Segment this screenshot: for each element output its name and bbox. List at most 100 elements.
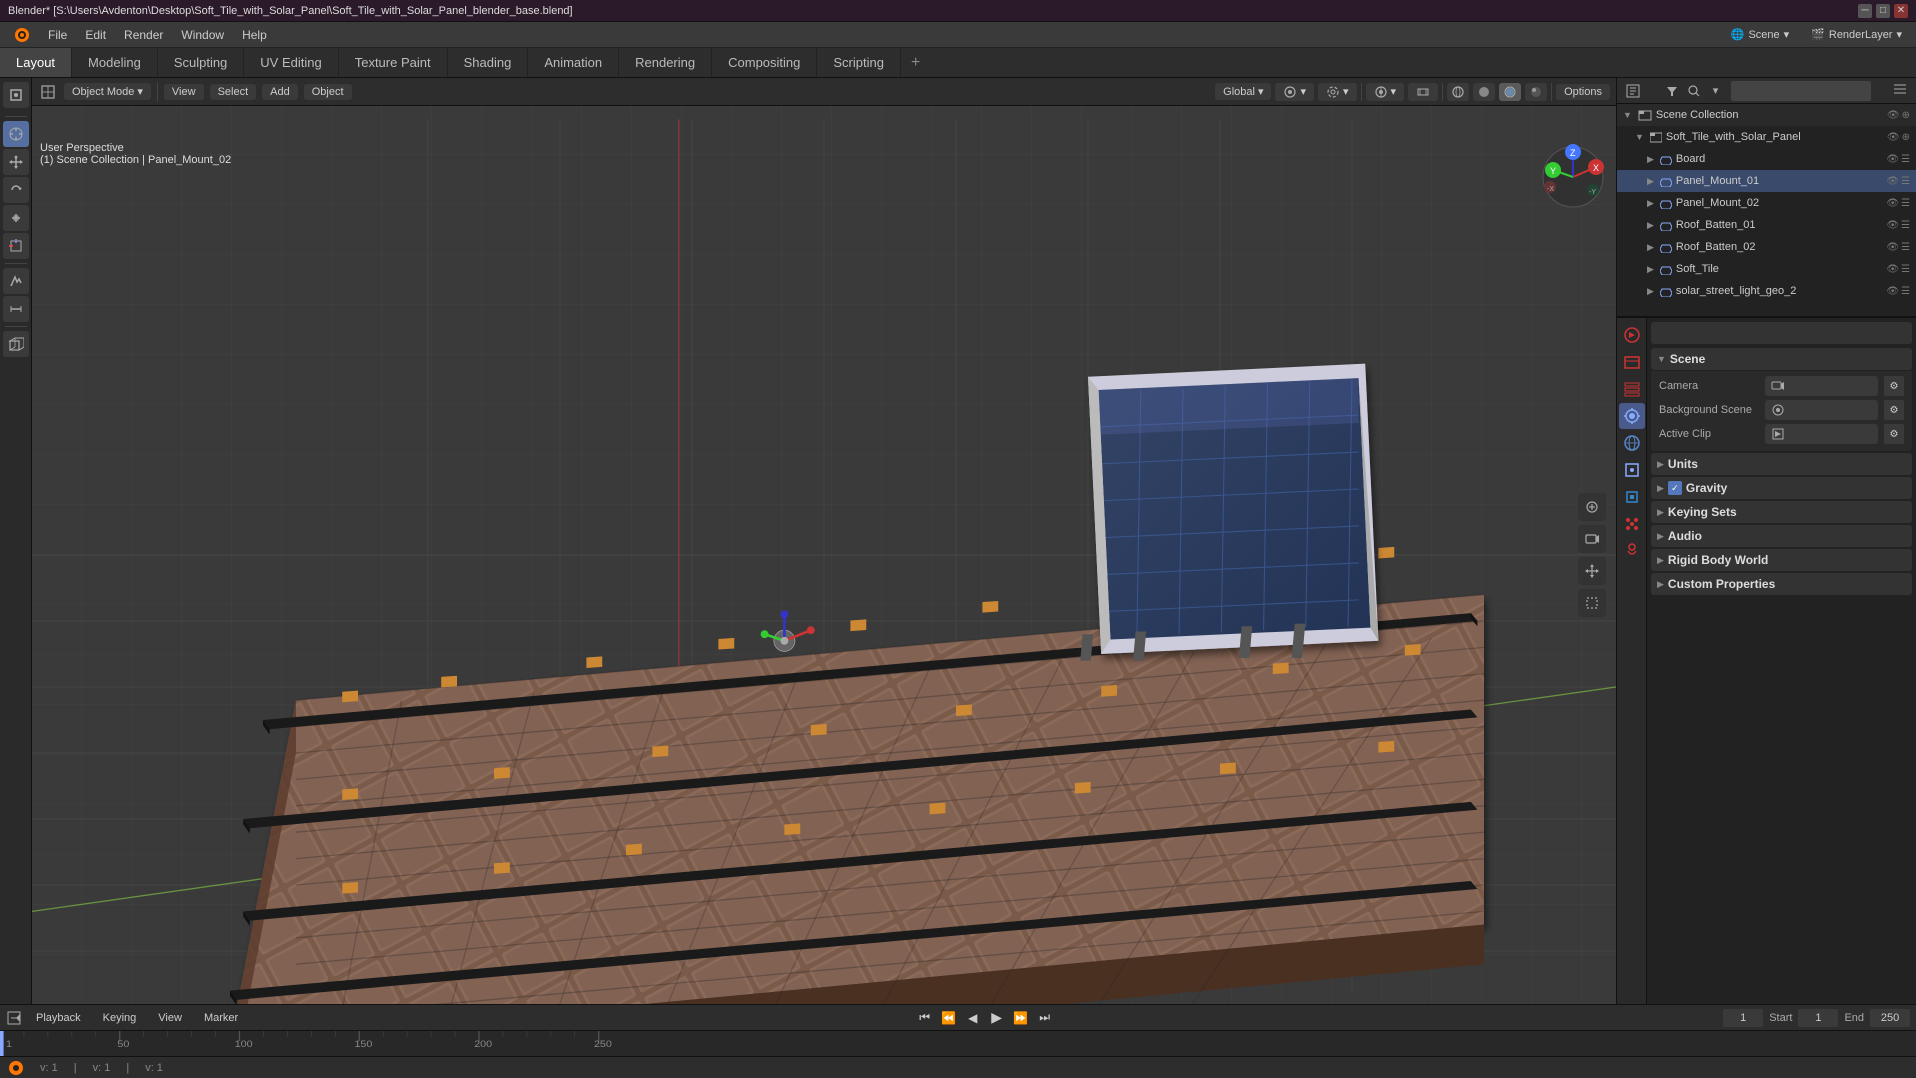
- tab-sculpting[interactable]: Sculpting: [158, 48, 244, 77]
- menu-help[interactable]: Help: [234, 26, 275, 44]
- xray-toggle[interactable]: [1408, 83, 1438, 101]
- viewport-canvas[interactable]: User Perspective (1) Scene Collection | …: [32, 106, 1616, 1004]
- properties-search-input[interactable]: [1651, 322, 1912, 344]
- window-controls[interactable]: ─ □ ✕: [1858, 4, 1908, 18]
- outliner-roof-batten-02[interactable]: ▶ Roof_Batten_02 👁 ☰: [1617, 236, 1916, 258]
- proportional-editing-button[interactable]: ▾: [1318, 83, 1357, 101]
- outliner-board[interactable]: ▶ Board 👁 ☰: [1617, 148, 1916, 170]
- cursor-tool-button[interactable]: [3, 121, 29, 147]
- outliner-filter-icon[interactable]: [1663, 82, 1681, 100]
- output-properties-icon[interactable]: [1619, 349, 1645, 375]
- pan-view-button[interactable]: [1578, 557, 1606, 585]
- view-layer-properties-icon[interactable]: [1619, 376, 1645, 402]
- gravity-checkbox[interactable]: ✓: [1668, 481, 1682, 495]
- maximize-button[interactable]: □: [1876, 4, 1890, 18]
- viewport-navigation-gizmo[interactable]: X Z Y -X -Y: [1538, 142, 1608, 212]
- menu-render[interactable]: Render: [116, 26, 171, 44]
- gravity-section-header[interactable]: ▶ ✓ Gravity: [1651, 477, 1912, 499]
- mode-selector[interactable]: [3, 82, 29, 108]
- outliner-main-collection[interactable]: ▼ Soft_Tile_with_Solar_Panel 👁 ⊕: [1617, 126, 1916, 148]
- end-frame-input[interactable]: [1870, 1009, 1910, 1027]
- tab-uv-editing[interactable]: UV Editing: [244, 48, 338, 77]
- timeline-editor-icon[interactable]: [6, 1010, 22, 1026]
- close-button[interactable]: ✕: [1894, 4, 1908, 18]
- minimize-button[interactable]: ─: [1858, 4, 1872, 18]
- outliner-soft-tile[interactable]: ▶ Soft_Tile 👁 ☰: [1617, 258, 1916, 280]
- add-workspace-button[interactable]: +: [901, 48, 930, 77]
- solid-shading[interactable]: [1473, 83, 1495, 101]
- outliner-options-icon[interactable]: ▾: [1707, 82, 1725, 100]
- keying-menu-button[interactable]: Keying: [95, 1010, 145, 1026]
- camera-value[interactable]: [1765, 376, 1878, 396]
- object-menu-button[interactable]: Object: [304, 84, 352, 100]
- physics-properties-icon[interactable]: [1619, 538, 1645, 564]
- global-orientation-dropdown[interactable]: Global ▾: [1215, 83, 1271, 100]
- world-properties-icon[interactable]: [1619, 430, 1645, 456]
- viewport-3d[interactable]: Object Mode ▾ View Select Add Object Glo…: [32, 78, 1616, 1004]
- add-cube-button[interactable]: [3, 331, 29, 357]
- camera-options-button[interactable]: ⚙: [1884, 376, 1904, 396]
- outliner-display-mode[interactable]: [1892, 81, 1908, 100]
- scene-selector[interactable]: 🌐 Scene ▾: [1723, 26, 1797, 43]
- render-region-button[interactable]: [1578, 589, 1606, 617]
- modifier-properties-icon[interactable]: [1619, 484, 1645, 510]
- tab-modeling[interactable]: Modeling: [72, 48, 158, 77]
- play-reverse-button[interactable]: ◀: [963, 1008, 983, 1028]
- tab-compositing[interactable]: Compositing: [712, 48, 817, 77]
- start-frame-input[interactable]: [1798, 1009, 1838, 1027]
- overlay-dropdown[interactable]: ▾: [1366, 83, 1405, 101]
- outliner-solar-light[interactable]: ▶ solar_street_light_geo_2 👁 ☰: [1617, 280, 1916, 302]
- collection-sel-icon[interactable]: ⊕: [1902, 110, 1910, 121]
- outliner-roof-batten-01[interactable]: ▶ Roof_Batten_01 👁 ☰: [1617, 214, 1916, 236]
- timeline-track[interactable]: 1 50 100 150 200 250: [0, 1031, 1916, 1056]
- bg-scene-options-button[interactable]: ⚙: [1884, 400, 1904, 420]
- current-frame-input[interactable]: [1723, 1009, 1763, 1027]
- editor-type-button[interactable]: [38, 82, 58, 102]
- view-menu-button[interactable]: View: [164, 84, 204, 100]
- tab-texture-paint[interactable]: Texture Paint: [339, 48, 448, 77]
- render-layer-selector[interactable]: 🎬 RenderLayer ▾: [1803, 26, 1910, 43]
- menu-file[interactable]: File: [40, 26, 75, 44]
- view-menu-button-timeline[interactable]: View: [150, 1010, 190, 1026]
- wireframe-shading[interactable]: [1447, 83, 1469, 101]
- measure-tool-button[interactable]: [3, 296, 29, 322]
- outliner-search-input[interactable]: [1731, 81, 1871, 101]
- rotate-tool-button[interactable]: [3, 177, 29, 203]
- keying-sets-section-header[interactable]: ▶ Keying Sets: [1651, 501, 1912, 523]
- rendered-shading[interactable]: [1525, 83, 1547, 101]
- tab-rendering[interactable]: Rendering: [619, 48, 712, 77]
- audio-section-header[interactable]: ▶ Audio: [1651, 525, 1912, 547]
- particles-properties-icon[interactable]: [1619, 511, 1645, 537]
- scale-tool-button[interactable]: [3, 205, 29, 231]
- scene-section-header[interactable]: ▼ Scene: [1651, 348, 1912, 370]
- step-forward-button[interactable]: ⏩: [1011, 1008, 1031, 1028]
- annotate-tool-button[interactable]: [3, 268, 29, 294]
- custom-props-section-header[interactable]: ▶ Custom Properties: [1651, 573, 1912, 595]
- marker-menu-button[interactable]: Marker: [196, 1010, 246, 1026]
- outliner-panel-mount-02[interactable]: ▶ Panel_Mount_02 👁 ☰: [1617, 192, 1916, 214]
- tab-shading[interactable]: Shading: [448, 48, 529, 77]
- menu-window[interactable]: Window: [173, 26, 232, 44]
- outliner-panel-mount-01[interactable]: ▶ Panel_Mount_01 👁 ☰: [1617, 170, 1916, 192]
- menu-edit[interactable]: Edit: [77, 26, 114, 44]
- object-properties-icon[interactable]: [1619, 457, 1645, 483]
- active-clip-value[interactable]: [1765, 424, 1878, 444]
- jump-to-start-button[interactable]: ⏮: [915, 1008, 935, 1028]
- rigid-body-section-header[interactable]: ▶ Rigid Body World: [1651, 549, 1912, 571]
- play-button[interactable]: ▶: [987, 1008, 1007, 1028]
- object-mode-dropdown[interactable]: Object Mode ▾: [64, 83, 151, 100]
- camera-view-button[interactable]: [1578, 525, 1606, 553]
- tab-layout[interactable]: Layout: [0, 48, 72, 77]
- options-button[interactable]: Options: [1556, 84, 1610, 100]
- snap-button[interactable]: ▾: [1275, 83, 1314, 101]
- menu-blender[interactable]: [6, 25, 38, 45]
- background-scene-value[interactable]: [1765, 400, 1878, 420]
- tab-animation[interactable]: Animation: [528, 48, 619, 77]
- tab-scripting[interactable]: Scripting: [817, 48, 901, 77]
- transform-tool-button[interactable]: [3, 233, 29, 259]
- outliner-search-icon[interactable]: [1685, 82, 1703, 100]
- material-shading[interactable]: [1499, 83, 1521, 101]
- outliner-scene-collection[interactable]: ▼ Scene Collection 👁 ⊕: [1617, 104, 1916, 126]
- select-menu-button[interactable]: Select: [210, 84, 257, 100]
- jump-to-end-button[interactable]: ⏭: [1035, 1008, 1055, 1028]
